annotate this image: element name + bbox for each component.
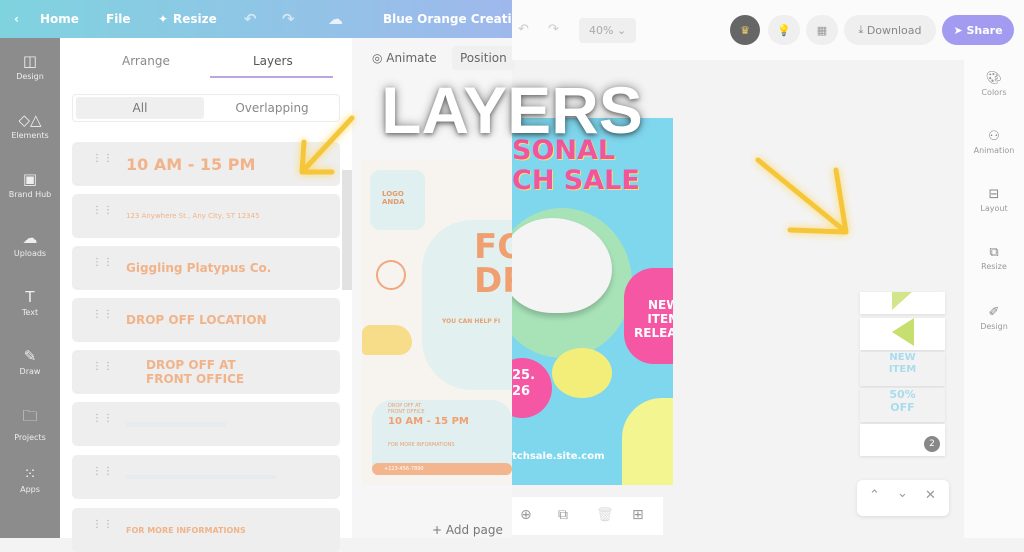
layer-row[interactable]: ⋮⋮ DROP OFF AT FRONT OFFICE xyxy=(72,350,340,394)
download-icon: ⤓ xyxy=(858,23,867,36)
tab-layers[interactable]: Layers xyxy=(253,54,293,68)
grid-icon: ⁙ xyxy=(23,465,37,483)
page-thumbnail[interactable]: 50% OFF xyxy=(860,388,945,422)
duplicate-page-icon[interactable]: ⧉ xyxy=(558,507,568,523)
top-bar-right: ↶ ↷ 40% ⌄ ♛ 💡 ▦ ⤓ Download ➤ Share xyxy=(512,0,1024,60)
page-thumbnail[interactable]: NEW ITEM xyxy=(860,352,945,386)
drag-handle-icon[interactable]: ⋮⋮ xyxy=(92,467,113,477)
redo-icon[interactable]: ↷ xyxy=(282,10,295,28)
layer-row[interactable]: ⋮⋮ xyxy=(72,402,340,446)
page-thumbnail[interactable]: 2 xyxy=(860,424,945,456)
sidebar-item-uploads[interactable]: ☁ Uploads xyxy=(0,229,60,258)
text-icon: T xyxy=(25,288,35,306)
panel-scrollbar[interactable] xyxy=(342,170,352,290)
arrow-icon xyxy=(299,115,355,175)
sidebar-item-apps[interactable]: ⁙ Apps xyxy=(0,465,60,494)
drag-handle-icon[interactable]: ⋮⋮ xyxy=(92,362,113,372)
redo-icon[interactable]: ↷ xyxy=(548,22,559,37)
calendar-button[interactable]: ▦ xyxy=(806,15,838,45)
add-page-icon[interactable]: ⊕ xyxy=(520,507,532,523)
layer-preview xyxy=(126,422,226,427)
top-bar-left: ‹ Home File ✦ Resize ↶ ↷ ☁ Blue Orange C… xyxy=(0,0,548,38)
resize-icon: ⧉ xyxy=(989,245,999,260)
drag-handle-icon[interactable]: ⋮⋮ xyxy=(92,154,113,164)
send-icon: ➤ xyxy=(953,23,967,37)
pen-icon: ✎ xyxy=(23,347,37,365)
back-chevron-icon[interactable]: ‹ xyxy=(14,12,19,26)
trash-icon[interactable]: 🗑︎ xyxy=(596,507,614,523)
bulb-button[interactable]: 💡 xyxy=(768,15,800,45)
sidebar-item-projects[interactable]: 🗀 Projects xyxy=(0,406,60,442)
drag-handle-icon[interactable]: ⋮⋮ xyxy=(92,258,113,268)
sidebar-item-brand-hub[interactable]: ▣ Brand Hub xyxy=(0,170,60,199)
grid-view-icon[interactable]: ⊞ xyxy=(632,507,644,523)
magic-wand-icon: ✐ xyxy=(988,305,1000,320)
layer-row[interactable]: ⋮⋮ DROP OFF LOCATION xyxy=(72,298,340,342)
file-menu[interactable]: File xyxy=(106,12,131,26)
sidebar-item-layout[interactable]: ⊟ Layout xyxy=(964,187,1024,213)
page-navigator: ⌃ ⌄ ✕ xyxy=(857,480,949,516)
home-button[interactable]: Home xyxy=(40,12,79,26)
sidebar-item-draw[interactable]: ✎ Draw xyxy=(0,347,60,376)
page-thumbnail[interactable] xyxy=(860,292,945,314)
calendar-icon: ▦ xyxy=(816,23,828,37)
lightbulb-icon: 💡 xyxy=(777,23,791,37)
canvas-bottom-toolbar: ⊕ ⧉ 🗑︎ ⊞ xyxy=(512,497,663,535)
poster-left[interactable]: LOGO ANDA FO DR YOU CAN HELP FI DROP OFF… xyxy=(362,160,528,485)
resize-button[interactable]: Resize xyxy=(173,12,217,26)
chevron-down-icon: ⌄ xyxy=(616,24,627,37)
layer-row[interactable]: ⋮⋮ FOR MORE INFORMATIONS xyxy=(72,508,340,552)
sparkle-icon: ✦ xyxy=(158,12,169,26)
zoom-dropdown[interactable]: 40% ⌄ xyxy=(579,18,636,43)
drag-handle-icon[interactable]: ⋮⋮ xyxy=(92,310,113,320)
drag-handle-icon[interactable]: ⋮⋮ xyxy=(92,206,113,216)
arrow-icon xyxy=(755,157,849,235)
close-icon[interactable]: ✕ xyxy=(925,488,936,503)
page-thumbnail[interactable] xyxy=(860,318,945,350)
undo-icon[interactable]: ↶ xyxy=(518,22,529,37)
sidebar-item-resize[interactable]: ⧉ Resize xyxy=(964,245,1024,271)
cloud-icon: ☁ xyxy=(328,10,343,28)
chevron-up-icon[interactable]: ⌃ xyxy=(869,488,880,503)
undo-icon[interactable]: ↶ xyxy=(244,10,257,28)
layer-row[interactable]: ⋮⋮ Giggling Platypus Co. xyxy=(72,246,340,290)
brand-icon: ▣ xyxy=(22,170,38,188)
share-button[interactable]: ➤ Share xyxy=(942,15,1014,45)
add-page-button[interactable]: + Add page xyxy=(432,523,503,537)
page-count-badge: 2 xyxy=(924,436,940,452)
animate-button[interactable]: ◎ Animate xyxy=(364,46,445,70)
hand-illustration xyxy=(362,325,412,355)
folder-icon: 🗀 xyxy=(22,407,38,425)
overlay-title: LAYERS xyxy=(381,73,643,147)
tab-arrange[interactable]: Arrange xyxy=(122,54,170,68)
layout-icon: ◫ xyxy=(22,52,38,70)
drag-handle-icon[interactable]: ⋮⋮ xyxy=(92,414,113,424)
crown-button[interactable]: ♛ xyxy=(730,15,760,45)
poster-right[interactable]: SONAL CH SALE NEW ITEM RELEASE 25. 26 tc… xyxy=(512,118,673,485)
animate-icon: ◎ xyxy=(372,51,387,65)
crown-icon: ♛ xyxy=(740,23,750,37)
layout-icon: ⊟ xyxy=(988,187,1000,202)
drag-handle-icon[interactable]: ⋮⋮ xyxy=(92,520,113,530)
layer-row[interactable]: ⋮⋮ xyxy=(72,455,340,499)
layer-row[interactable]: ⋮⋮ 123 Anywhere St., Any City, ST 12345 xyxy=(72,194,340,238)
sidebar-item-design[interactable]: ✐ Design xyxy=(964,305,1024,331)
cloud-upload-icon: ☁ xyxy=(22,229,38,247)
download-button[interactable]: ⤓ Download xyxy=(844,15,936,45)
layer-preview xyxy=(126,475,276,479)
sidebar-item-text[interactable]: T Text xyxy=(0,288,60,317)
position-button[interactable]: Position xyxy=(452,46,515,70)
chevron-down-icon[interactable]: ⌄ xyxy=(897,486,908,501)
